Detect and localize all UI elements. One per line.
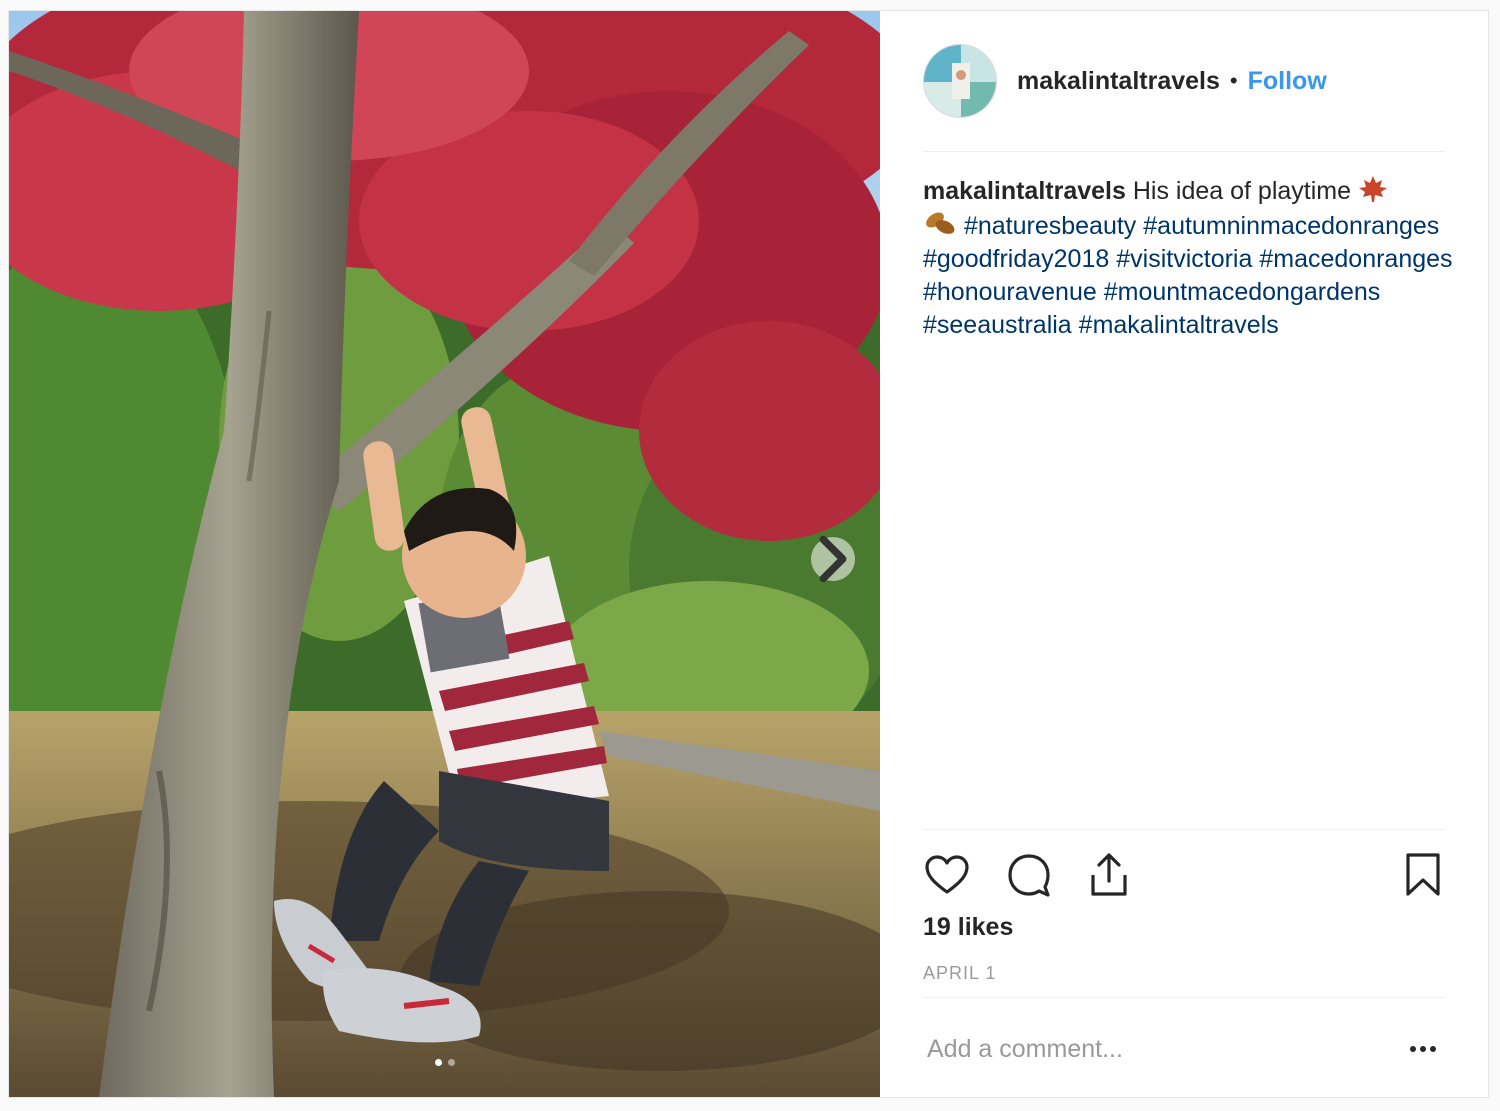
hashtag[interactable]: #macedonranges [1259,245,1452,273]
comment-input[interactable] [923,1029,1383,1069]
share-icon [1091,853,1127,896]
maple-leaf-emoji [1358,176,1387,202]
header-divider [923,151,1445,152]
more-options-icon [1410,1046,1436,1052]
avatar-image [924,45,996,117]
comment-divider [923,997,1445,998]
save-button[interactable] [1399,851,1447,899]
comment-box [923,1025,1445,1073]
caption-text: His idea of playtime [1132,177,1352,205]
carousel-dot-2 [447,1059,455,1066]
hashtag[interactable]: #makalintaltravels [1079,311,1279,339]
share-button[interactable] [1085,851,1133,899]
comment-button[interactable] [1005,851,1053,899]
comment-icon [1008,854,1050,897]
post-caption: makalintaltravels His idea of playtime #… [923,175,1453,342]
chevron-right-icon [819,535,847,583]
follow-button[interactable]: Follow [1248,67,1327,96]
hashtag[interactable]: #naturesbeauty [964,212,1136,240]
hashtag[interactable]: #goodfriday2018 [923,245,1109,273]
hashtag[interactable]: #honouravenue [923,278,1097,306]
hashtag[interactable]: #autumninmacedonranges [1143,212,1439,240]
header-separator: • [1229,68,1238,93]
hashtag[interactable]: #seeaustralia [923,311,1072,339]
post-actions [923,851,1445,899]
carousel-dot-1 [434,1059,442,1066]
carousel-indicator [9,1059,880,1066]
post-photo[interactable] [9,11,880,1097]
more-options-button[interactable] [1407,1037,1439,1061]
hashtag[interactable]: #mountmacedongardens [1104,278,1381,306]
likes-count[interactable]: 19 likes [923,913,1013,942]
post-side-panel: makalintaltravels • Follow makalintaltra… [923,11,1453,1097]
instagram-post: makalintaltravels • Follow makalintaltra… [8,10,1489,1098]
bookmark-icon [1406,853,1440,896]
fallen-leaf-emoji [926,212,955,234]
actions-divider [923,829,1445,830]
heart-icon [925,855,969,894]
like-button[interactable] [923,851,971,899]
carousel-next-button[interactable] [811,535,855,583]
post-date[interactable]: APRIL 1 [923,963,996,984]
avatar[interactable] [923,44,997,118]
post-header: makalintaltravels • Follow [923,44,1445,118]
hashtag[interactable]: #visitvictoria [1116,245,1252,273]
header-username[interactable]: makalintaltravels [1017,67,1220,96]
caption-username[interactable]: makalintaltravels [923,177,1126,205]
photo-illustration [9,11,880,1097]
